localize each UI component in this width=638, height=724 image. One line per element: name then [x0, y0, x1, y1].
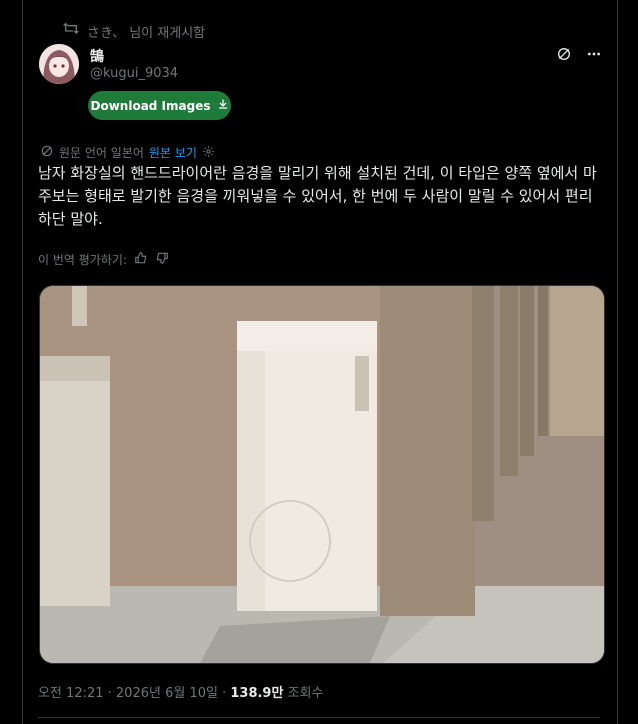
download-label: Download Images — [90, 98, 211, 113]
rate-translation: 이 번역 평가하기: — [38, 251, 169, 268]
author-name[interactable]: 鵠 — [90, 46, 104, 66]
tweet-timestamp[interactable]: 오전 12:21 · 2026년 6월 10일 · — [38, 686, 230, 701]
rate-translation-label: 이 번역 평가하기: — [38, 253, 127, 267]
thumbs-down-icon[interactable] — [155, 251, 169, 268]
translation-source: 원문 언어 일본어 — [59, 146, 144, 160]
download-images-button[interactable]: Download Images — [88, 91, 231, 120]
author-handle[interactable]: @kugui_9034 — [90, 66, 178, 81]
attached-photo[interactable] — [39, 285, 605, 664]
divider — [38, 717, 600, 718]
translation-info: 원문 언어 일본어 원본 보기 — [40, 144, 215, 161]
repost-label: さき、 님이 재게시함 — [87, 25, 206, 41]
tweet-text: 남자 화장실의 핸드드라이어란 음경을 말리기 위해 설치된 건데, 이 타입은… — [38, 164, 597, 228]
view-count: 138.9만 — [230, 686, 284, 701]
grok-icon[interactable] — [556, 46, 572, 62]
tweet-meta: 오전 12:21 · 2026년 6월 10일 · 138.9만 조회수 — [38, 682, 323, 701]
tweet-top-actions — [556, 46, 602, 62]
gear-icon[interactable] — [202, 145, 215, 161]
download-icon — [217, 98, 229, 113]
repost-indicator[interactable]: さき、 님이 재게시함 — [63, 21, 206, 41]
repost-icon — [63, 21, 79, 41]
avatar[interactable] — [39, 44, 79, 84]
thumbs-up-icon[interactable] — [134, 251, 148, 268]
view-label: 조회수 — [283, 686, 324, 701]
show-original-link[interactable]: 원본 보기 — [149, 144, 197, 161]
translate-icon — [40, 144, 54, 161]
more-icon[interactable] — [586, 46, 602, 62]
